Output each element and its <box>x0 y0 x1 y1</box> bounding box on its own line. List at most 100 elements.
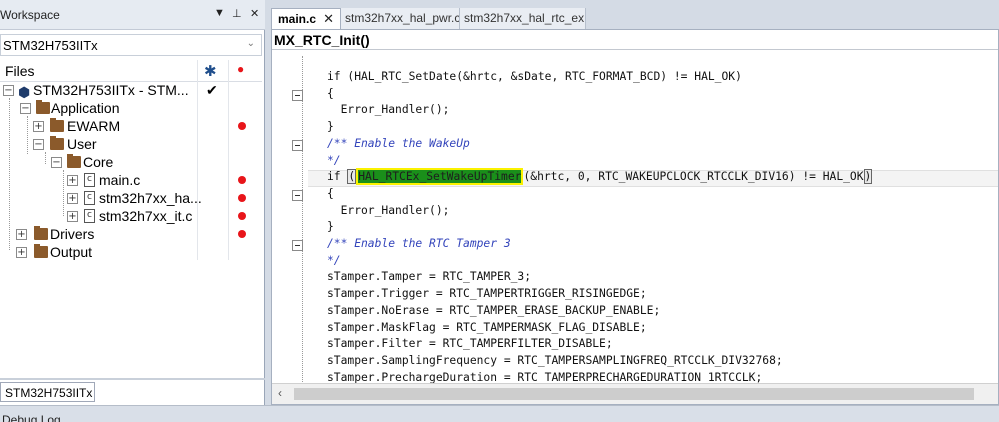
configuration-select[interactable]: STM32H753IITx ⌄ <box>0 34 262 56</box>
workspace-pane: Workspace ▼ ⊥ ✕ STM32H753IITx ⌄ Files ✱ … <box>0 0 265 405</box>
folder-icon <box>36 100 50 114</box>
debug-log-panel: Debug Log <box>0 405 999 422</box>
files-header: Files ✱ ● <box>0 60 262 82</box>
tree-item-core[interactable]: − Core <box>0 154 262 172</box>
tree-item-label: User <box>67 136 97 152</box>
tree-item-user[interactable]: − User <box>0 136 262 154</box>
fold-toggle-icon[interactable] <box>292 140 303 151</box>
tree-item-label: main.c <box>99 172 141 188</box>
collapse-icon[interactable]: − <box>20 103 31 114</box>
tree-item-drivers[interactable]: + Drivers <box>0 226 262 244</box>
tree-item-project[interactable]: − ⬢ STM32H753IITx - STM... ✔ <box>0 82 262 100</box>
tab-stm32h7xx-hal-rtc-ex[interactable]: stm32h7xx_hal_rtc_ex.c <box>460 8 586 29</box>
code-line: sTamper.Trigger = RTC_TAMPERTRIGGER_RISI… <box>327 287 647 301</box>
search-highlight: HAL_RTCEx_SetWakeUpTimer <box>356 168 524 186</box>
code-line: } <box>327 120 334 134</box>
tab-stm32h7xx-hal-pwr[interactable]: stm32h7xx_hal_pwr.c <box>341 8 460 29</box>
modified-dot-icon <box>238 212 246 220</box>
folder-icon <box>67 154 81 168</box>
tree-item-stm32h7xx-it[interactable]: + stm32h7xx_it.c <box>0 208 262 226</box>
tree-item-label: STM32H753IITx - STM... <box>33 82 189 98</box>
collapse-icon[interactable]: − <box>51 157 62 168</box>
files-label: Files <box>5 63 35 79</box>
fold-toggle-icon[interactable] <box>292 190 303 201</box>
expand-icon[interactable]: + <box>16 229 27 240</box>
modified-dot-icon <box>238 176 246 184</box>
tab-label: main.c <box>278 12 317 26</box>
function-name: MX_RTC_Init() <box>274 32 370 48</box>
code-line: sTamper.Tamper = RTC_TAMPER_3; <box>327 270 532 284</box>
collapse-icon[interactable]: − <box>33 139 44 150</box>
c-file-icon <box>84 209 95 223</box>
selected-function-name: HAL_RTCEx_SetWakeUpTimer <box>358 170 522 184</box>
workspace-config-tab-label: STM32H753IITx <box>5 386 93 400</box>
modified-dot-icon: ● <box>237 62 245 76</box>
code-comment: */ <box>327 153 341 167</box>
configuration-value: STM32H753IITx <box>3 38 98 53</box>
code-editor[interactable]: MX_RTC_Init() if (HAL_RTC_SetDate(&hrtc,… <box>271 29 999 405</box>
editor-tab-bar: main.c ✕ stm32h7xx_hal_pwr.c stm32h7xx_h… <box>271 8 999 29</box>
gear-icon[interactable]: ✱ <box>204 62 217 80</box>
fold-toggle-icon[interactable] <box>292 240 303 251</box>
c-file-icon <box>84 191 95 205</box>
tree-item-ewarm[interactable]: + EWARM <box>0 118 262 136</box>
tree-item-label: stm32h7xx_it.c <box>99 208 193 224</box>
fold-guide <box>302 56 303 388</box>
divider <box>0 378 265 380</box>
workspace-header: Workspace ▼ ⊥ ✕ <box>0 0 265 30</box>
project-icon: ⬢ <box>18 84 31 100</box>
fold-toggle-icon[interactable] <box>292 90 303 101</box>
code-comment: /** Enable the WakeUp <box>327 136 470 150</box>
code-line: sTamper.Filter = RTC_TAMPERFILTER_DISABL… <box>327 337 613 351</box>
folder-icon <box>50 136 64 150</box>
pin-icon[interactable]: ⊥ <box>232 7 242 20</box>
code-comment: */ <box>327 253 341 267</box>
tree-item-label: EWARM <box>67 118 121 134</box>
expand-icon[interactable]: + <box>67 193 78 204</box>
expand-icon[interactable]: + <box>67 211 78 222</box>
chevron-down-icon: ⌄ <box>246 38 255 49</box>
expand-icon[interactable]: + <box>67 175 78 186</box>
function-bar: MX_RTC_Init() <box>272 30 998 50</box>
scrollbar-thumb[interactable] <box>294 388 974 400</box>
tree-item-application[interactable]: − Application <box>0 100 262 118</box>
matching-paren: ) <box>863 169 873 185</box>
expand-icon[interactable]: + <box>16 247 27 258</box>
code-line: Error_Handler(); <box>327 103 450 117</box>
modified-dot-icon <box>238 122 246 130</box>
horizontal-scrollbar[interactable]: ‹ <box>272 383 998 404</box>
tab-label: stm32h7xx_hal_rtc_ex.c <box>464 11 586 25</box>
tab-label: stm32h7xx_hal_pwr.c <box>345 11 460 25</box>
checkmark-icon: ✔ <box>206 82 218 98</box>
tree-item-label: Application <box>51 100 120 116</box>
code-line: { <box>327 186 334 200</box>
tree-item-label: Core <box>83 154 114 170</box>
tree-item-label: Drivers <box>50 226 95 242</box>
tab-main-c[interactable]: main.c ✕ <box>271 8 341 29</box>
code-line: Error_Handler(); <box>327 203 450 217</box>
close-icon[interactable]: ✕ <box>323 11 334 27</box>
close-icon[interactable]: ✕ <box>250 7 259 20</box>
c-file-icon <box>84 173 95 187</box>
code-line: } <box>327 220 334 234</box>
scroll-left-icon[interactable]: ‹ <box>278 386 282 400</box>
expand-icon[interactable]: + <box>33 121 44 132</box>
code-line: if (HAL_RTC_SetDate(&hrtc, &sDate, RTC_F… <box>327 70 742 83</box>
workspace-config-tab[interactable]: STM32H753IITx <box>0 382 95 402</box>
collapse-icon[interactable]: − <box>3 85 14 96</box>
tree-item-label: stm32h7xx_ha... <box>99 190 202 206</box>
code-line: sTamper.SamplingFrequency = RTC_TAMPERSA… <box>327 353 783 367</box>
tree-item-output[interactable]: + Output <box>0 244 262 262</box>
modified-dot-icon <box>238 194 246 202</box>
tree-item-stm32h7xx-hal[interactable]: + stm32h7xx_ha... <box>0 190 262 208</box>
tree-item-main-c[interactable]: + main.c <box>0 172 262 190</box>
dropdown-menu-icon[interactable]: ▼ <box>214 7 225 19</box>
workspace-title: Workspace <box>0 8 60 22</box>
code-line: sTamper.MaskFlag = RTC_TAMPERMASK_FLAG_D… <box>327 320 647 334</box>
debug-log-tab[interactable]: Debug Log <box>2 413 61 422</box>
code-comment: /** Enable the RTC Tamper 3 <box>327 237 511 250</box>
folder-icon <box>50 118 64 132</box>
modified-dot-icon <box>238 230 246 238</box>
tree-item-label: Output <box>50 244 93 260</box>
folder-icon <box>34 244 48 258</box>
